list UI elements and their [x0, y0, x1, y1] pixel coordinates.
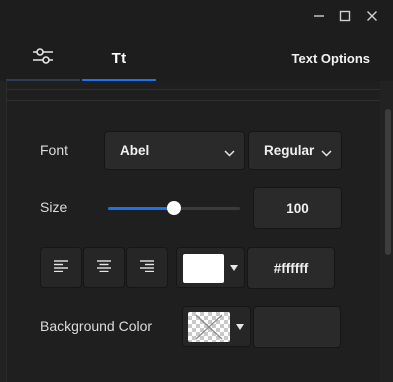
size-slider-thumb[interactable] [167, 201, 181, 215]
align-left-button[interactable] [40, 247, 82, 288]
text-color-hex-input[interactable]: #ffffff [247, 247, 335, 289]
tab-bar: Tt Text Options [0, 36, 393, 81]
panel-scrollbar[interactable] [385, 109, 391, 255]
sliders-icon [32, 47, 54, 70]
tab-text[interactable]: Tt [82, 36, 156, 81]
size-input[interactable]: 100 [253, 187, 342, 229]
align-right-button[interactable] [126, 247, 168, 288]
text-color-picker[interactable] [176, 247, 245, 288]
size-slider[interactable] [108, 201, 240, 215]
divider [6, 100, 380, 101]
caret-down-icon [230, 264, 238, 271]
align-right-icon [140, 259, 154, 277]
font-weight-value: Regular [264, 143, 315, 158]
text-color-swatch [183, 254, 224, 283]
transparent-swatch-icon [188, 312, 230, 342]
panel-title: Text Options [291, 51, 370, 66]
text-color-hex-value: #ffffff [273, 260, 309, 276]
font-family-dropdown[interactable]: Abel [104, 131, 245, 170]
background-color-hex-input[interactable] [253, 306, 341, 348]
tab-text-label: Tt [111, 50, 127, 67]
background-color-picker[interactable] [182, 306, 251, 347]
chevron-down-icon [321, 146, 332, 161]
align-center-icon [97, 259, 111, 277]
size-value: 100 [286, 200, 309, 216]
align-left-icon [54, 259, 68, 277]
divider [6, 89, 380, 90]
tab-adjustments[interactable] [6, 36, 80, 81]
size-slider-fill [108, 207, 174, 210]
font-label: Font [40, 142, 69, 158]
font-family-value: Abel [120, 143, 150, 158]
font-weight-dropdown[interactable]: Regular [248, 131, 342, 170]
align-center-button[interactable] [83, 247, 125, 288]
chevron-down-icon [224, 146, 235, 161]
minimize-icon[interactable] [308, 6, 330, 26]
window-titlebar [0, 0, 393, 34]
maximize-icon[interactable] [334, 6, 356, 26]
caret-down-icon [236, 323, 244, 330]
close-icon[interactable] [361, 6, 383, 26]
background-color-label: Background Color [40, 318, 153, 334]
size-label: Size [40, 199, 68, 215]
